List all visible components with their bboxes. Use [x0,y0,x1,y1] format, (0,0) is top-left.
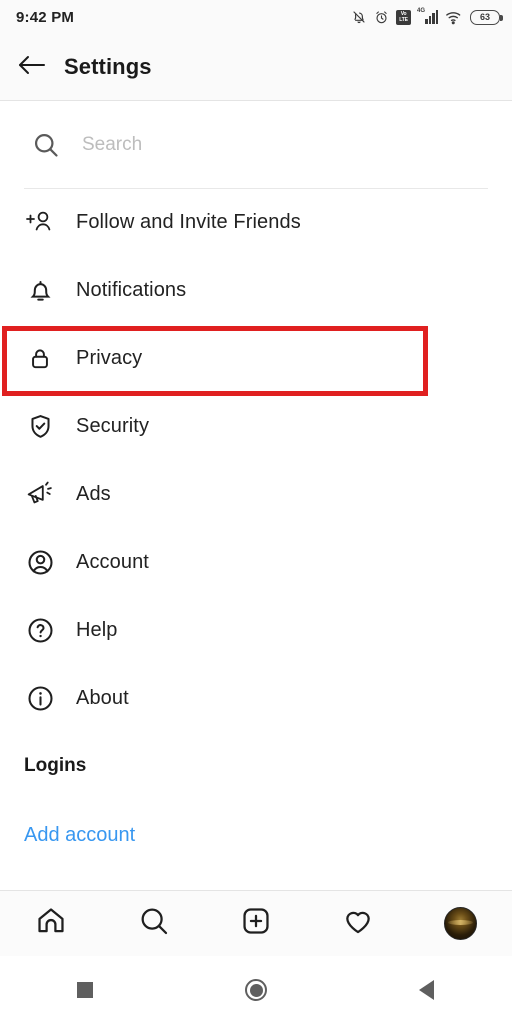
status-time: 9:42 PM [16,8,75,26]
alarm-icon [374,10,389,25]
battery-icon: 63 [470,9,503,25]
status-icon-group: Vo LTE 4G 63 [351,8,503,25]
square-icon [77,982,94,998]
menu-item-label: About [76,686,129,709]
notifications-off-icon [351,9,367,25]
menu-item-account[interactable]: Account [0,528,512,596]
menu-item-privacy[interactable]: Privacy [0,324,512,392]
tab-create[interactable] [205,891,307,956]
menu-item-label: Notifications [76,278,187,301]
tab-search[interactable] [102,891,204,956]
account-circle-icon [24,546,56,578]
search-icon [138,905,170,942]
menu-item-help[interactable]: Help [0,596,512,664]
back-button[interactable] [0,53,64,82]
tab-activity[interactable] [307,891,409,956]
volte-icon: Vo LTE [396,9,411,25]
search-icon [32,131,64,159]
wifi-icon [445,10,463,25]
person-add-icon [24,206,56,238]
page-title: Settings [64,54,152,79]
android-nav-bar [0,956,512,1024]
megaphone-icon [24,478,56,510]
arrow-left-icon [17,53,47,82]
app-header: Settings [0,34,512,101]
nav-recents-button[interactable] [0,982,171,998]
circle-icon [245,979,267,1001]
menu-item-ads[interactable]: Ads [0,460,512,528]
signal-4g-icon: 4G [417,8,438,24]
status-bar: 9:42 PM Vo LTE 4G 63 [0,0,512,34]
menu-item-label: Follow and Invite Friends [76,210,301,233]
menu-item-label: Privacy [76,346,143,369]
menu-item-label: Security [76,414,150,437]
triangle-left-icon [419,980,435,1000]
bottom-tab-bar [0,890,512,956]
bell-icon [24,274,56,306]
tab-home[interactable] [0,891,102,956]
add-account-link[interactable]: Add account [24,824,135,847]
menu-item-label: Help [76,618,118,641]
plus-square-icon [240,905,272,942]
nav-home-button[interactable] [171,979,342,1001]
menu-item-security[interactable]: Security [0,392,512,460]
menu-item-about[interactable]: About [0,664,512,732]
info-circle-icon [24,682,56,714]
nav-back-button[interactable] [341,980,512,1000]
question-circle-icon [24,614,56,646]
search-bar[interactable] [0,102,512,188]
home-icon [35,905,67,942]
logins-section-title: Logins [24,755,87,776]
search-input[interactable] [82,134,442,156]
battery-level: 63 [479,12,490,22]
phone-screen: 9:42 PM Vo LTE 4G 63 Settings Search Fol… [0,0,512,1024]
settings-menu: Follow and Invite Friends Notifications … [0,188,512,732]
tab-profile[interactable] [410,891,512,956]
menu-item-label: Ads [76,482,111,505]
menu-item-follow-and-invite-friends[interactable]: Follow and Invite Friends [0,188,512,256]
avatar [444,907,478,940]
menu-item-notifications[interactable]: Notifications [0,256,512,324]
heart-icon [342,905,374,942]
shield-check-icon [24,410,56,442]
lock-icon [24,342,56,374]
menu-item-label: Account [76,550,149,573]
